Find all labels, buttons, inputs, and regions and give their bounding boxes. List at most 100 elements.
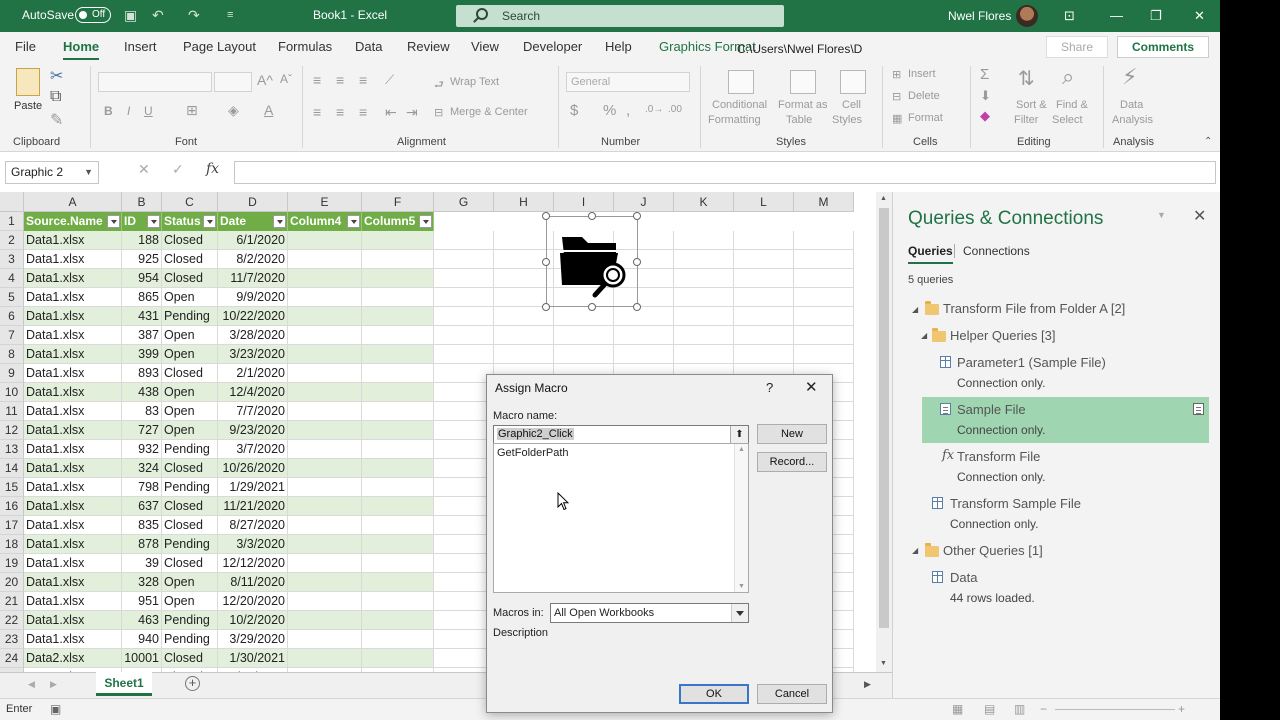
cell[interactable]: 3/7/2020 — [218, 440, 288, 459]
query-group-other-queries[interactable]: Other Queries [1] — [943, 543, 1043, 558]
cell[interactable] — [794, 307, 854, 326]
clear-icon[interactable]: ◆ — [980, 108, 990, 124]
cell[interactable] — [674, 250, 734, 269]
orientation-icon[interactable]: ⟋ — [385, 72, 394, 88]
data-analysis-icon[interactable]: ⚡ — [1122, 64, 1137, 90]
decrease-decimal-icon[interactable]: .00 — [668, 104, 682, 115]
align-left-icon[interactable]: ≡ — [313, 104, 321, 120]
cell[interactable] — [434, 250, 494, 269]
cell[interactable] — [362, 250, 434, 269]
pane-close-icon[interactable]: ✕ — [1193, 206, 1206, 226]
collapse-ribbon-icon[interactable]: ⌃ — [1204, 136, 1212, 147]
tab-view[interactable]: View — [471, 39, 499, 54]
scroll-down-icon[interactable]: ▼ — [738, 583, 745, 590]
cell[interactable] — [434, 440, 494, 459]
cell[interactable] — [288, 516, 362, 535]
cell[interactable] — [494, 269, 554, 288]
query-group-helper-queries[interactable]: Helper Queries [3] — [950, 328, 1056, 343]
cell[interactable]: 8/11/2020 — [218, 573, 288, 592]
filter-dropdown-icon[interactable] — [273, 215, 286, 228]
cell[interactable] — [288, 364, 362, 383]
cell[interactable]: 11/7/2020 — [218, 269, 288, 288]
cell[interactable] — [434, 630, 494, 649]
font-size-combo[interactable] — [214, 72, 252, 92]
resize-handle[interactable] — [588, 303, 596, 311]
scroll-up-icon[interactable]: ▲ — [880, 195, 887, 202]
column-header[interactable]: A — [24, 192, 122, 212]
ok-button[interactable]: OK — [679, 684, 749, 704]
cell[interactable]: Data1.xlsx — [24, 288, 122, 307]
cell[interactable] — [288, 345, 362, 364]
cell[interactable]: 3/3/2020 — [218, 535, 288, 554]
cell[interactable]: Closed — [162, 649, 218, 668]
tab-home[interactable]: Home — [63, 39, 100, 61]
cell[interactable]: 954 — [122, 269, 162, 288]
cell[interactable] — [362, 231, 434, 250]
cell[interactable] — [434, 516, 494, 535]
cell[interactable] — [288, 592, 362, 611]
collapse-triangle-icon[interactable]: ◢ — [921, 331, 927, 340]
cell[interactable] — [794, 269, 854, 288]
cell[interactable] — [494, 345, 554, 364]
resize-handle[interactable] — [588, 212, 596, 220]
cell[interactable]: Open — [162, 421, 218, 440]
macro-list-scrollbar[interactable]: ▲ ▼ — [734, 444, 748, 592]
cell[interactable] — [362, 554, 434, 573]
comma-icon[interactable]: , — [626, 102, 630, 119]
cell[interactable] — [288, 554, 362, 573]
cell[interactable]: 463 — [122, 611, 162, 630]
cell[interactable] — [734, 345, 794, 364]
cell[interactable] — [434, 649, 494, 668]
cell[interactable] — [362, 478, 434, 497]
cell[interactable] — [434, 288, 494, 307]
cell[interactable] — [434, 459, 494, 478]
query-transform-sample-file[interactable]: Transform Sample File — [950, 496, 1081, 511]
find-select-label-2[interactable]: Select — [1052, 114, 1083, 126]
cell[interactable]: Closed — [162, 269, 218, 288]
paste-button[interactable]: Paste — [14, 100, 42, 112]
cell[interactable]: Data1.xlsx — [24, 345, 122, 364]
cell[interactable] — [288, 326, 362, 345]
macro-list[interactable]: GetFolderPath ▲ ▼ — [493, 443, 749, 593]
query-parameter1[interactable]: Parameter1 (Sample File) — [957, 355, 1106, 370]
cell[interactable]: 3/23/2020 — [218, 345, 288, 364]
new-button[interactable]: New — [757, 424, 827, 444]
cell[interactable]: 7/7/2020 — [218, 402, 288, 421]
cell[interactable] — [674, 231, 734, 250]
cell[interactable]: Closed — [162, 250, 218, 269]
save-icon[interactable]: ▣ — [124, 7, 137, 24]
cancel-entry-icon[interactable]: ✕ — [138, 161, 150, 178]
copy-icon[interactable]: ⧉ — [50, 88, 61, 106]
cell[interactable]: 637 — [122, 497, 162, 516]
filter-dropdown-icon[interactable] — [203, 215, 216, 228]
cell[interactable]: 431 — [122, 307, 162, 326]
cell[interactable]: 12/20/2020 — [218, 592, 288, 611]
format-as-table-label-2[interactable]: Table — [786, 114, 812, 126]
cell[interactable]: Open — [162, 326, 218, 345]
find-select-icon[interactable]: ⌕ — [1062, 64, 1074, 90]
cell[interactable]: 932 — [122, 440, 162, 459]
collapse-dialog-icon[interactable]: ⬆ — [730, 426, 748, 443]
cell[interactable] — [434, 231, 494, 250]
wrap-text-button[interactable]: Wrap Text — [450, 76, 499, 88]
cell[interactable] — [362, 421, 434, 440]
cell[interactable]: 328 — [122, 573, 162, 592]
cell[interactable] — [288, 459, 362, 478]
row-header[interactable]: 24 — [0, 649, 24, 668]
cell[interactable]: 10/22/2020 — [218, 307, 288, 326]
cell[interactable] — [674, 345, 734, 364]
cell[interactable]: 3/29/2020 — [218, 630, 288, 649]
cell[interactable]: 10/26/2020 — [218, 459, 288, 478]
cell[interactable] — [362, 269, 434, 288]
cell[interactable]: Pending — [162, 440, 218, 459]
cell[interactable]: 387 — [122, 326, 162, 345]
delete-cells-icon[interactable]: ⊟ — [892, 90, 901, 103]
cell[interactable]: 835 — [122, 516, 162, 535]
table-header-cell[interactable]: Column5 — [362, 212, 434, 231]
row-header[interactable]: 21 — [0, 592, 24, 611]
format-cells-icon[interactable]: ▦ — [892, 112, 902, 125]
cell[interactable]: Data1.xlsx — [24, 402, 122, 421]
graphic-2[interactable] — [542, 212, 641, 311]
cell[interactable] — [362, 345, 434, 364]
row-header[interactable]: 9 — [0, 364, 24, 383]
